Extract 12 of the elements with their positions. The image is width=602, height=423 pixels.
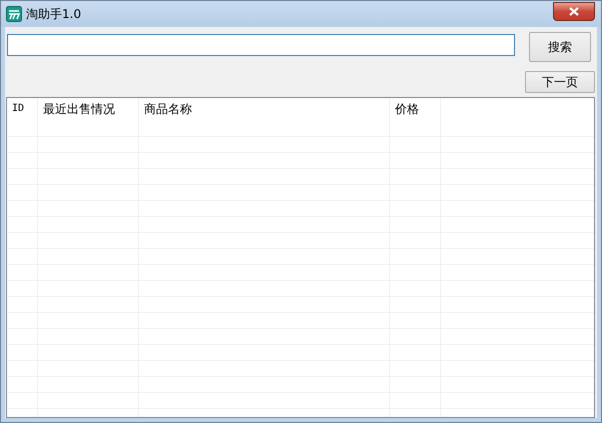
close-icon [569, 6, 579, 16]
column-header[interactable]: 价格 [395, 102, 419, 116]
search-field[interactable] [7, 34, 515, 56]
next-page-button[interactable]: 下一页 [525, 71, 595, 93]
column-header[interactable]: 商品名称 [144, 102, 192, 116]
search-button[interactable]: 搜索 [529, 32, 591, 62]
column-header[interactable]: ID [12, 103, 24, 114]
close-button[interactable] [553, 2, 595, 20]
window-title: 淘助手1.0 [26, 6, 82, 22]
list-view[interactable]: ID 最近出售情况 商品名称 价格 [6, 97, 595, 418]
app-logo-icon [6, 6, 22, 22]
column-header[interactable]: 最近出售情况 [43, 102, 115, 116]
